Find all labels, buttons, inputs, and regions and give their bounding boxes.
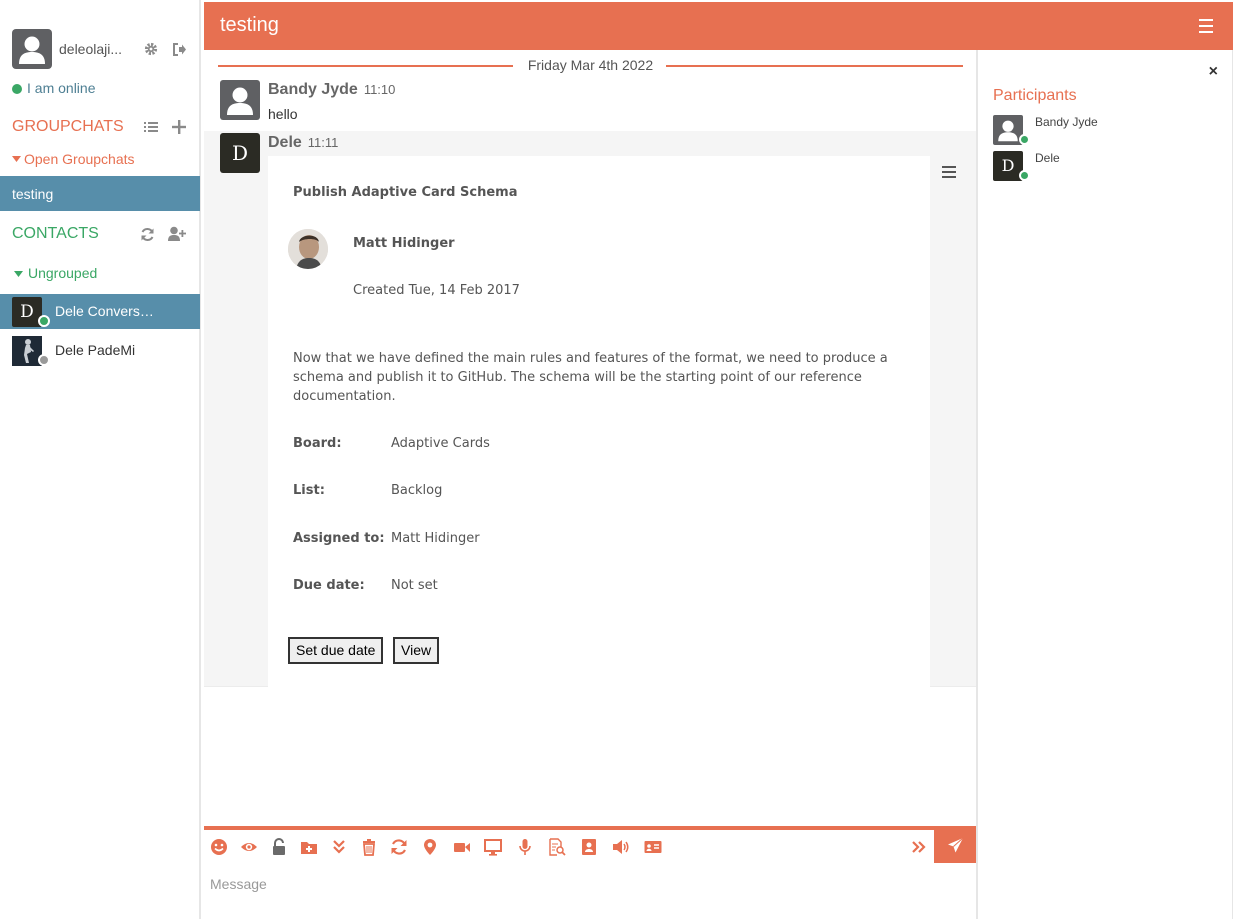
logout-icon[interactable]: [172, 43, 187, 56]
online-status-icon: [12, 84, 22, 94]
fact-value: Not set: [391, 578, 438, 593]
double-chevron-right-icon[interactable]: [910, 838, 928, 856]
online-status-icon: [38, 315, 50, 327]
id-card-icon[interactable]: [644, 838, 662, 856]
chat-title: testing: [220, 14, 279, 36]
contact-name: Dele Convers…: [55, 303, 154, 319]
date-separator: Friday Mar 4th 2022: [218, 56, 963, 76]
refresh-contacts-icon[interactable]: [140, 227, 155, 242]
room-item-label: testing: [12, 186, 54, 202]
fact-value: Backlog: [391, 483, 443, 498]
open-groupchats-label: Open Groupchats: [24, 151, 135, 167]
set-due-date-button[interactable]: Set due date: [288, 637, 384, 664]
participants-panel: × Participants Bandy Jyde D Dele: [978, 50, 1233, 919]
volume-icon[interactable]: [612, 838, 630, 856]
participant-name: Bandy Jyde: [1035, 115, 1098, 129]
trash-icon[interactable]: [360, 838, 378, 856]
fact-value: Adaptive Cards: [391, 436, 490, 451]
video-camera-icon[interactable]: [453, 838, 471, 856]
message-time: 11:10: [363, 82, 396, 97]
card-title: Publish Adaptive Card Schema: [293, 185, 518, 200]
author-photo-icon: [288, 229, 328, 269]
person-icon: [227, 87, 253, 115]
message-sender[interactable]: Bandy Jyde: [268, 81, 358, 98]
unlock-icon[interactable]: [270, 838, 288, 856]
participants-heading: Participants: [993, 87, 1077, 104]
message-avatar: D: [220, 133, 260, 173]
emoji-icon[interactable]: [210, 838, 228, 856]
gear-icon[interactable]: [144, 42, 158, 56]
view-button[interactable]: View: [393, 637, 440, 664]
add-groupchat-icon[interactable]: [172, 120, 186, 134]
eye-icon[interactable]: [240, 838, 258, 856]
participant-item[interactable]: D Dele: [993, 151, 1213, 183]
add-contact-icon[interactable]: [168, 226, 186, 242]
contacts-heading: CONTACTS: [12, 225, 99, 242]
card-body: Now that we have defined the main rules …: [293, 351, 888, 404]
chat-message: Bandy Jyde 11:10 hello: [220, 80, 976, 130]
fact-value: Matt Hidinger: [391, 531, 480, 546]
user-status[interactable]: I am online: [12, 80, 95, 96]
chat-message: D Dele 11:11 Publish Adaptive Card Schema…: [204, 131, 976, 687]
microphone-icon[interactable]: [516, 838, 534, 856]
room-item-testing[interactable]: testing: [0, 176, 200, 211]
fact-key: List:: [293, 483, 325, 498]
chat-window: testing Friday Mar 4th 2022 Bandy Jyde 11…: [204, 2, 1233, 919]
message-text: hello: [268, 106, 298, 122]
desktop-icon[interactable]: [484, 838, 502, 856]
send-button[interactable]: [934, 826, 976, 863]
folder-upload-icon[interactable]: [300, 838, 318, 856]
message-avatar: [220, 80, 260, 120]
sidebar: deleolaji... I am online GROUPCHATS Open…: [0, 0, 201, 919]
composer-toolbar: [204, 830, 934, 864]
card-author: Matt Hidinger: [353, 236, 455, 251]
contact-book-icon[interactable]: [580, 838, 598, 856]
contact-group-label: Ungrouped: [28, 265, 98, 281]
user-avatar[interactable]: [12, 29, 52, 69]
participant-name: Dele: [1035, 151, 1060, 165]
send-icon: [948, 837, 964, 853]
message-input[interactable]: [210, 872, 910, 896]
adaptive-card: Publish Adaptive Card Schema Matt Hiding…: [268, 156, 930, 687]
message-sender[interactable]: Dele: [268, 134, 302, 151]
contact-item[interactable]: D Dele Convers…: [0, 294, 200, 329]
caret-down-icon: [14, 271, 23, 277]
refresh-icon[interactable]: [390, 838, 408, 856]
contact-name: Dele PadeMi: [55, 342, 136, 358]
groupchats-heading: GROUPCHATS: [12, 118, 124, 135]
fact-key: Due date:: [293, 578, 365, 593]
user-profile: deleolaji...: [12, 29, 192, 69]
date-separator-label: Friday Mar 4th 2022: [515, 57, 666, 73]
online-status-icon: [1019, 170, 1030, 181]
person-icon: [19, 36, 45, 64]
location-pin-icon[interactable]: [421, 838, 439, 856]
fact-key: Board:: [293, 436, 342, 451]
contact-group-toggle[interactable]: Ungrouped: [14, 265, 97, 281]
message-actions-icon[interactable]: [942, 166, 956, 181]
contact-item[interactable]: Dele PadeMi: [0, 333, 200, 368]
list-rooms-icon[interactable]: [144, 121, 158, 133]
document-search-icon[interactable]: [548, 838, 566, 856]
user-status-label: I am online: [27, 80, 96, 96]
close-icon[interactable]: ×: [1209, 63, 1218, 81]
message-composer: [204, 826, 976, 919]
chat-header: testing: [204, 2, 1233, 50]
offline-status-icon: [38, 354, 50, 366]
double-chevron-down-icon[interactable]: [330, 838, 348, 856]
fact-key: Assigned to:: [293, 531, 385, 546]
caret-down-icon: [12, 156, 21, 162]
card-created: Created Tue, 14 Feb 2017: [353, 283, 520, 298]
menu-icon[interactable]: [1199, 19, 1213, 37]
participant-item[interactable]: Bandy Jyde: [993, 115, 1213, 147]
open-groupchats-toggle[interactable]: Open Groupchats: [12, 151, 135, 167]
message-time: 11:11: [307, 135, 339, 150]
user-name[interactable]: deleolaji...: [59, 41, 122, 57]
online-status-icon: [1019, 134, 1030, 145]
author-avatar: [288, 229, 328, 269]
